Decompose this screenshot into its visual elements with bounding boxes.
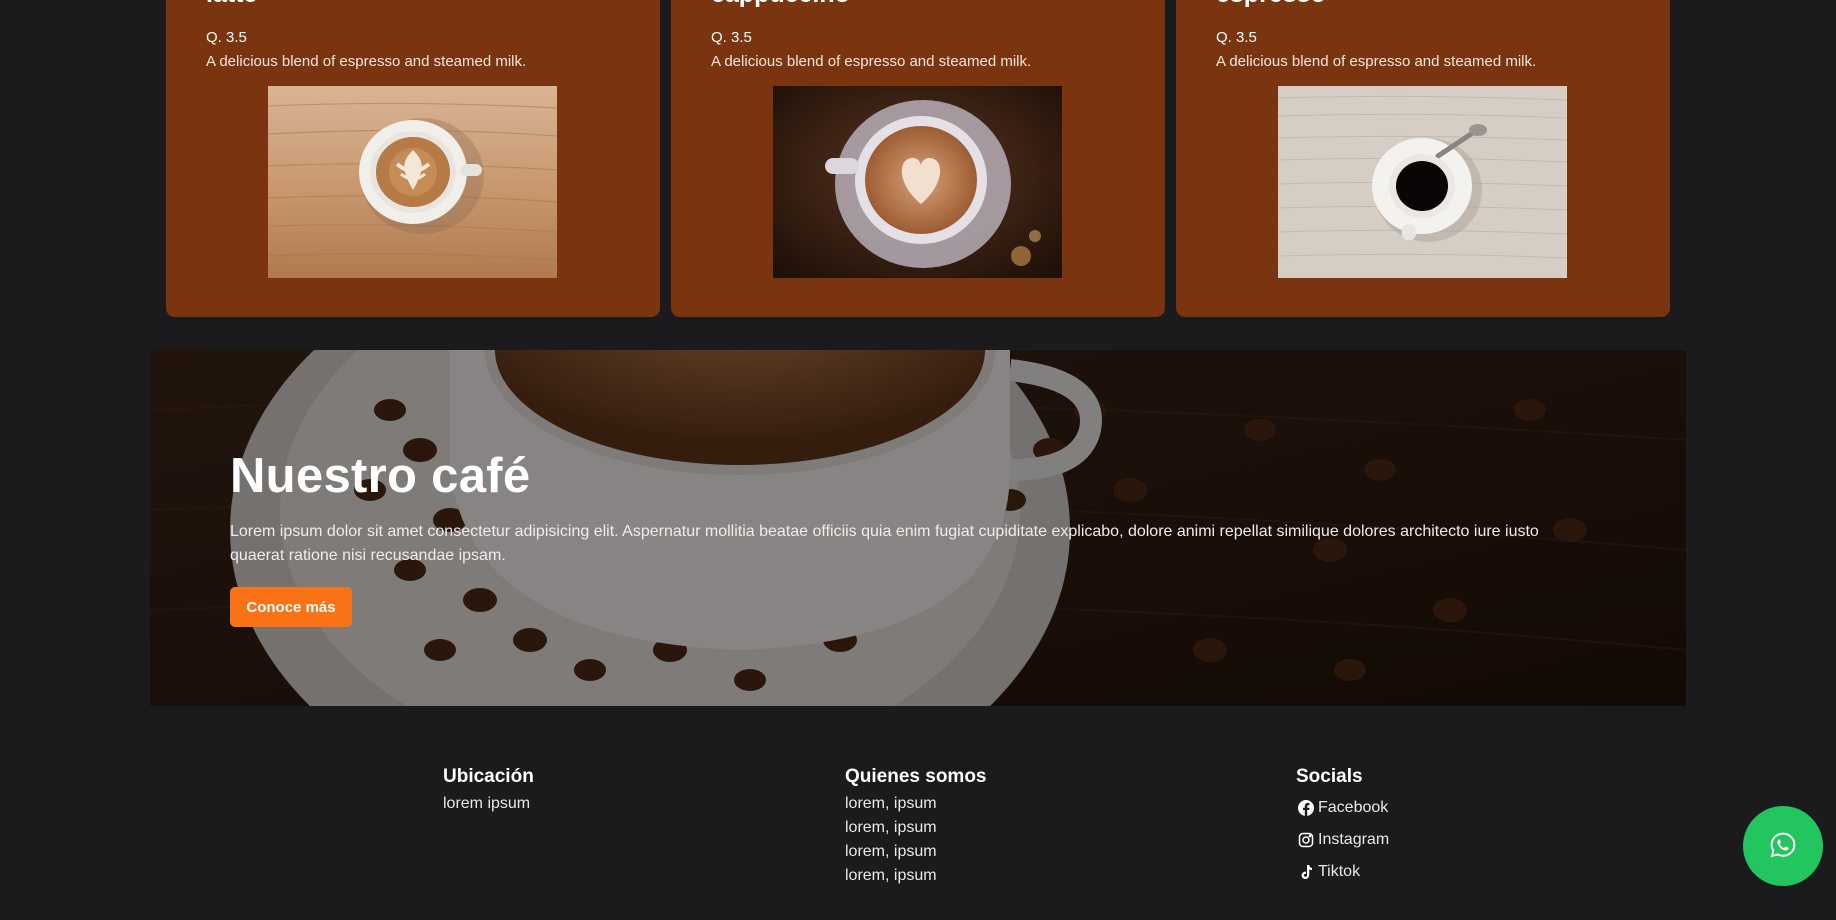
latte-photo xyxy=(268,86,557,278)
product-card-cappuccino[interactable]: cappuccino Q. 3.5 A delicious blend of e… xyxy=(671,0,1165,317)
footer-text: lorem, ipsum xyxy=(845,795,937,812)
product-name: cappuccino xyxy=(711,0,850,7)
product-description: A delicious blend of espresso and steame… xyxy=(1216,53,1537,70)
social-label: Facebook xyxy=(1318,799,1389,816)
product-price: Q. 3.5 xyxy=(1216,29,1257,46)
instagram-link[interactable]: Instagram xyxy=(1298,824,1389,856)
footer-text: lorem ipsum xyxy=(443,795,531,812)
instagram-icon xyxy=(1298,832,1314,848)
hero-banner: Nuestro café Lorem ipsum dolor sit amet … xyxy=(150,350,1686,706)
product-card-latte[interactable]: latte Q. 3.5 A delicious blend of espres… xyxy=(166,0,660,317)
footer-heading: Ubicación xyxy=(443,766,534,787)
footer-text: lorem, ipsum xyxy=(845,843,937,860)
product-description: A delicious blend of espresso and steame… xyxy=(206,53,527,70)
facebook-icon xyxy=(1298,800,1314,816)
footer-location: Ubicación lorem ipsum xyxy=(443,764,534,816)
footer-heading: Socials xyxy=(1296,766,1363,787)
product-card-espresso[interactable]: espresso Q. 3.5 A delicious blend of esp… xyxy=(1176,0,1670,317)
hero-description: Lorem ipsum dolor sit amet consectetur a… xyxy=(230,523,1539,564)
learn-more-button[interactable]: Conoce más xyxy=(230,587,352,627)
product-price: Q. 3.5 xyxy=(206,29,247,46)
facebook-link[interactable]: Facebook xyxy=(1298,792,1389,824)
social-label: Instagram xyxy=(1318,831,1390,848)
hero-title: Nuestro café xyxy=(230,449,531,503)
footer-about: Quienes somos lorem, ipsum lorem, ipsum … xyxy=(845,764,987,888)
tiktok-link[interactable]: Tiktok xyxy=(1298,856,1389,888)
product-cards: latte Q. 3.5 A delicious blend of espres… xyxy=(0,0,1836,320)
tiktok-icon xyxy=(1298,864,1314,880)
social-label: Tiktok xyxy=(1318,863,1361,880)
product-name: latte xyxy=(206,0,257,7)
cappuccino-photo xyxy=(773,86,1062,278)
footer-socials: Socials Facebook Instagram Tiktok xyxy=(1296,764,1389,888)
product-price: Q. 3.5 xyxy=(711,29,752,46)
whatsapp-icon xyxy=(1769,831,1797,862)
whatsapp-button[interactable] xyxy=(1743,806,1823,886)
product-description: A delicious blend of espresso and steame… xyxy=(711,53,1032,70)
footer-heading: Quienes somos xyxy=(845,766,987,787)
espresso-photo xyxy=(1278,86,1567,278)
product-name: espresso xyxy=(1216,0,1326,7)
footer-text: lorem, ipsum xyxy=(845,819,937,836)
footer-text: lorem, ipsum xyxy=(845,867,937,884)
